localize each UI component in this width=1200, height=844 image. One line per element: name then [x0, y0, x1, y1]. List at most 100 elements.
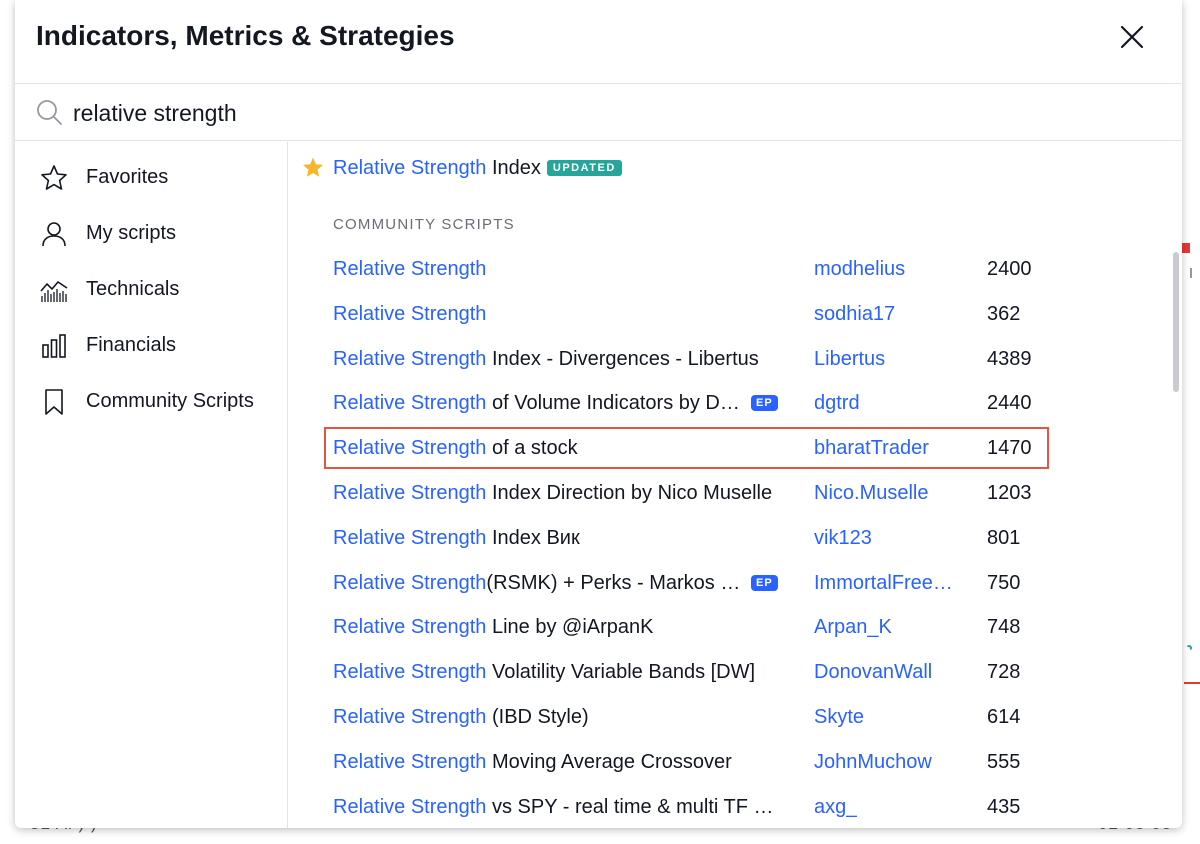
scrollbar-thumb[interactable]	[1173, 252, 1179, 392]
name-highlight: Relative Strength	[333, 302, 487, 325]
sidebar-item-favorites[interactable]: Favorites	[15, 154, 288, 202]
name-highlight: Relative Strength	[333, 706, 487, 728]
script-name: Relative Strength(RSMK) + Perks - Markos…	[333, 572, 740, 595]
chart-tick	[1190, 268, 1192, 278]
sidebar-item-community-scripts[interactable]: Community Scripts	[15, 378, 288, 426]
sidebar-item-label: Favorites	[86, 166, 169, 188]
updated-badge: UPDATED	[546, 160, 622, 176]
script-name: Relative Strength Index Вик	[333, 527, 580, 550]
name-rest: Index	[486, 157, 541, 179]
name-rest: Volatility Variable Bands [DW]	[486, 661, 756, 684]
script-row[interactable]: Relative Strength Index - Divergences - …	[289, 338, 1182, 382]
author-link[interactable]: bharatTrader	[814, 437, 929, 460]
technicals-chart-icon	[40, 280, 68, 302]
script-name: Relative Strength	[333, 258, 486, 281]
likes-count: 614	[987, 706, 1021, 728]
author-link[interactable]: dgtrd	[814, 392, 860, 415]
name-highlight: Relative Strength	[333, 347, 487, 370]
sidebar-item-label: Technicals	[86, 278, 180, 300]
author-link[interactable]: sodhia17	[814, 303, 895, 326]
author-link[interactable]: DonovanWall	[814, 661, 932, 684]
script-row[interactable]: Relative Strength Line by @iArpanK Arpan_…	[289, 606, 1182, 650]
name-highlight: Relative Strength	[333, 795, 487, 818]
sidebar-item-label: Financials	[86, 334, 177, 356]
name-highlight: Relative Strength	[333, 616, 487, 639]
script-row[interactable]: Relative Strength Index Direction by Nic…	[289, 472, 1182, 516]
name-rest: Index Direction by Nico Muselle	[486, 482, 773, 504]
author-link[interactable]: Nico.Muselle	[814, 482, 928, 505]
name-highlight: Relative Strength	[333, 157, 487, 179]
search-icon	[37, 100, 62, 125]
chart-price-marker	[1182, 243, 1190, 253]
author-link[interactable]: axg_	[814, 796, 857, 819]
bar-chart-icon	[42, 334, 66, 358]
likes-count: 2400	[987, 258, 1032, 280]
sidebar-item-my-scripts[interactable]: My scripts	[15, 210, 288, 258]
name-rest: Index Вик	[486, 526, 580, 549]
likes-count: 748	[987, 616, 1021, 639]
likes-count: 362	[987, 302, 1021, 325]
name-highlight: Relative Strength	[333, 526, 487, 549]
likes-count: 728	[987, 661, 1021, 684]
featured-indicator-name: Relative Strength Index UPDATED	[333, 157, 622, 180]
script-name: Relative Strength Moving Average Crossov…	[333, 751, 732, 774]
user-icon	[42, 222, 66, 247]
likes-count: 555	[987, 750, 1021, 773]
name-rest: of a stock	[486, 437, 578, 460]
script-row[interactable]: Relative Strength Moving Average Crossov…	[289, 741, 1182, 785]
script-name: Relative Strength of a stock	[333, 437, 578, 460]
script-name: Relative Strength	[333, 303, 486, 326]
name-rest: vs SPY - real time & multi TF …	[486, 795, 774, 818]
chart-price-line	[1184, 682, 1200, 684]
script-row[interactable]: Relative Strength of Volume Indicators b…	[289, 382, 1182, 426]
name-highlight: Relative Strength	[333, 482, 487, 504]
likes-count: 2440	[987, 392, 1032, 415]
script-name: Relative Strength Index Direction by Nic…	[333, 482, 772, 505]
author-link[interactable]: Arpan_K	[814, 616, 892, 639]
indicators-dialog: Indicators, Metrics & Strategies Favorit…	[15, 0, 1182, 828]
category-sidebar: Favorites My scripts Technicals Financia…	[15, 142, 288, 828]
name-rest: (RSMK) + Perks - Markos …	[486, 571, 741, 594]
script-row[interactable]: Relative Strength sodhia17 362	[289, 293, 1182, 337]
name-highlight: Relative Strength	[333, 750, 487, 773]
script-name: Relative Strength Line by @iArpanK	[333, 616, 653, 639]
dialog-header: Indicators, Metrics & Strategies	[15, 0, 1182, 84]
featured-indicator[interactable]: Relative Strength Index UPDATED	[289, 154, 889, 186]
author-link[interactable]: JohnMuchow	[814, 751, 932, 774]
editors-pick-badge: EP	[751, 395, 778, 412]
results-panel: Relative Strength Index UPDATED COMMUNITY…	[289, 142, 1182, 828]
close-button[interactable]	[1117, 22, 1147, 52]
star-filled-icon[interactable]	[301, 156, 325, 180]
script-row[interactable]: Relative Strength vs SPY - real time & m…	[289, 786, 1182, 828]
name-highlight: Relative Strength	[333, 258, 487, 280]
sidebar-item-label: Community Scripts	[86, 390, 254, 412]
chart-indicator-mark	[1186, 645, 1192, 651]
script-name: Relative Strength vs SPY - real time & m…	[333, 796, 774, 819]
bookmark-icon	[45, 389, 63, 415]
name-rest: of Volume Indicators by D…	[486, 392, 740, 415]
name-highlight: Relative Strength	[333, 437, 487, 460]
script-name: Relative Strength of Volume Indicators b…	[333, 392, 740, 415]
sidebar-item-financials[interactable]: Financials	[15, 322, 288, 370]
likes-count: 1203	[987, 482, 1032, 504]
author-link[interactable]: ImmortalFree…	[814, 572, 953, 595]
author-link[interactable]: modhelius	[814, 258, 905, 281]
dialog-title: Indicators, Metrics & Strategies	[36, 20, 455, 51]
author-link[interactable]: vik123	[814, 527, 872, 550]
author-link[interactable]: Skyte	[814, 706, 864, 729]
script-name: Relative Strength Index - Divergences - …	[333, 348, 759, 371]
script-row[interactable]: Relative Strength Volatility Variable Ba…	[289, 651, 1182, 695]
script-row[interactable]: Relative Strength modhelius 2400	[289, 248, 1182, 292]
search-input[interactable]	[73, 96, 1153, 130]
script-row[interactable]: Relative Strength(RSMK) + Perks - Markos…	[289, 562, 1182, 606]
script-row[interactable]: Relative Strength (IBD Style) Skyte 614	[289, 696, 1182, 740]
script-row[interactable]: Relative Strength Index Вик vik123 801	[289, 517, 1182, 561]
author-link[interactable]: Libertus	[814, 348, 885, 371]
sidebar-item-technicals[interactable]: Technicals	[15, 266, 288, 314]
name-highlight: Relative Strength	[333, 392, 487, 415]
script-row[interactable]: Relative Strength of a stock bharatTrader…	[289, 427, 1182, 471]
name-rest: Index - Divergences - Libertus	[486, 347, 759, 370]
likes-count: 1470	[987, 437, 1032, 460]
name-rest: (IBD Style)	[486, 706, 589, 728]
editors-pick-badge: EP	[751, 574, 778, 591]
